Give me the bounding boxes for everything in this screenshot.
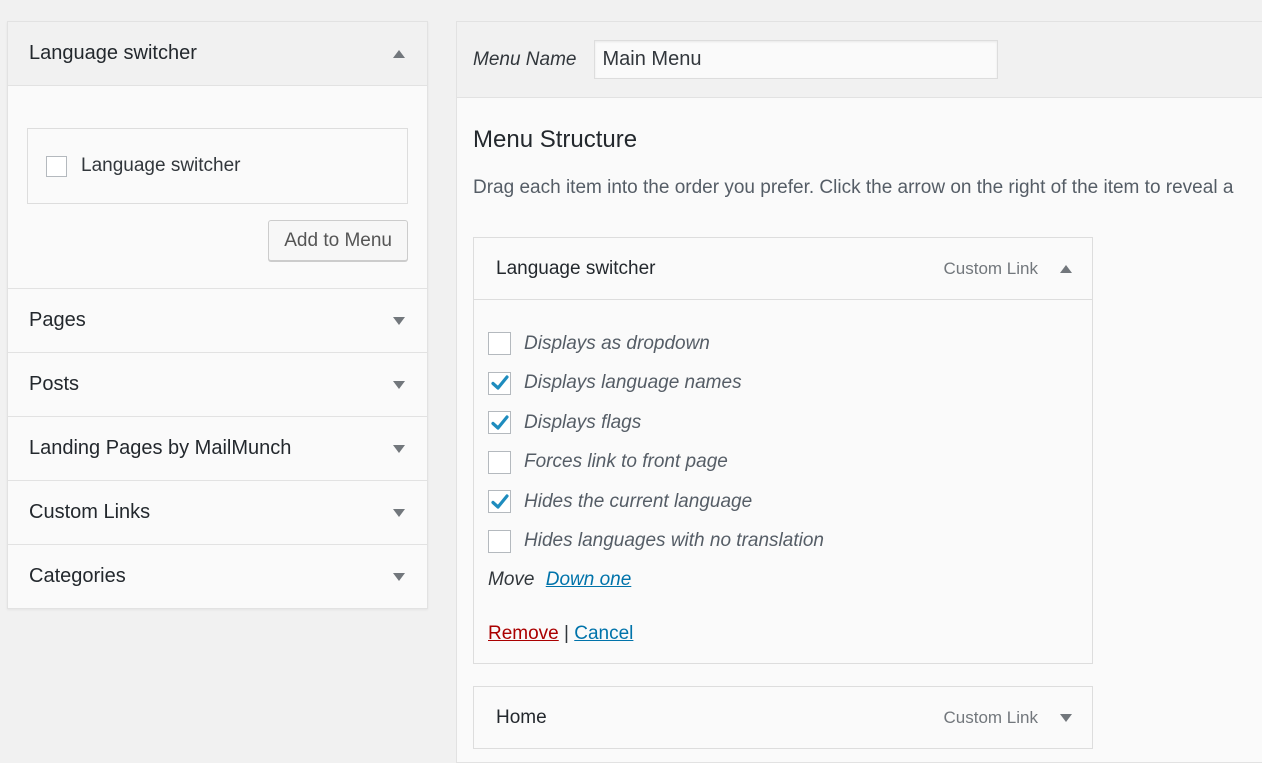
option-displays-flags: Displays flags xyxy=(488,403,1078,443)
menu-item-handle[interactable]: Home Custom Link xyxy=(474,687,1092,748)
checkmark-icon xyxy=(490,375,509,390)
option-displays-language-names: Displays language names xyxy=(488,364,1078,404)
move-controls: Move Down one xyxy=(488,569,1078,591)
menu-item-home[interactable]: Home Custom Link xyxy=(473,686,1093,749)
option-label[interactable]: Displays language names xyxy=(524,372,742,394)
accordion-title: Pages xyxy=(29,309,86,331)
accordion-toggle-custom-links[interactable]: Custom Links xyxy=(8,481,427,544)
menu-item-collapse-toggle[interactable] xyxy=(1060,264,1072,273)
option-checkbox[interactable] xyxy=(488,490,511,514)
add-menu-items-accordion: Language switcher Language switcher Add … xyxy=(7,21,428,609)
option-displays-as-dropdown: Displays as dropdown xyxy=(488,324,1078,364)
accordion-section-pages: Pages xyxy=(8,289,427,353)
actions-separator: | xyxy=(564,623,569,644)
menu-name-input[interactable] xyxy=(593,40,998,79)
menu-item-handle[interactable]: Language switcher Custom Link xyxy=(474,238,1092,299)
accordion-section-categories: Categories xyxy=(8,545,427,608)
remove-link[interactable]: Remove xyxy=(488,623,559,644)
accordion-title: Language switcher xyxy=(29,42,197,64)
add-to-menu-button[interactable]: Add to Menu xyxy=(268,220,408,261)
accordion-section-custom-links: Custom Links xyxy=(8,481,427,545)
menu-name-label: Menu Name xyxy=(473,48,577,70)
expand-arrow-icon[interactable] xyxy=(393,508,405,517)
menu-item-settings: Displays as dropdown Displays language n… xyxy=(474,299,1092,663)
accordion-section-landing-pages: Landing Pages by MailMunch xyxy=(8,417,427,481)
option-checkbox[interactable] xyxy=(488,332,511,356)
menu-header: Menu Name xyxy=(457,22,1262,98)
checkmark-icon xyxy=(490,494,509,509)
menu-management-panel: Menu Name Menu Structure Drag each item … xyxy=(456,21,1262,763)
language-switcher-checkbox-label[interactable]: Language switcher xyxy=(81,155,241,177)
expand-arrow-icon[interactable] xyxy=(393,444,405,453)
menu-item-title: Home xyxy=(496,706,547,728)
option-checkbox[interactable] xyxy=(488,411,511,435)
move-label: Move xyxy=(488,569,535,590)
move-down-one-link[interactable]: Down one xyxy=(546,569,632,590)
option-label[interactable]: Displays flags xyxy=(524,412,641,434)
expand-arrow-icon[interactable] xyxy=(393,572,405,581)
item-actions: Remove | Cancel xyxy=(488,623,1078,645)
option-hides-languages-no-translation: Hides languages with no translation xyxy=(488,522,1078,562)
accordion-title: Categories xyxy=(29,565,126,587)
option-label[interactable]: Hides languages with no translation xyxy=(524,530,824,552)
accordion-title: Landing Pages by MailMunch xyxy=(29,437,292,459)
expand-arrow-icon xyxy=(1060,713,1072,722)
option-forces-link-to-front-page: Forces link to front page xyxy=(488,443,1078,483)
cancel-link[interactable]: Cancel xyxy=(574,623,633,644)
collapse-arrow-icon xyxy=(1060,264,1072,273)
accordion-toggle-language-switcher[interactable]: Language switcher xyxy=(8,22,427,86)
language-switcher-checkbox[interactable] xyxy=(46,155,67,177)
option-label[interactable]: Forces link to front page xyxy=(524,451,728,473)
menu-item-language-switcher[interactable]: Language switcher Custom Link Displays a… xyxy=(473,237,1093,664)
accordion-toggle-posts[interactable]: Posts xyxy=(8,353,427,416)
accordion-section-posts: Posts xyxy=(8,353,427,417)
menu-item-type: Custom Link xyxy=(943,258,1038,278)
expand-arrow-icon[interactable] xyxy=(393,316,405,325)
checkmark-icon xyxy=(490,415,509,430)
option-checkbox[interactable] xyxy=(488,371,511,395)
menu-structure-title: Menu Structure xyxy=(473,126,638,153)
accordion-title: Custom Links xyxy=(29,501,151,523)
accordion-title: Posts xyxy=(29,373,80,395)
accordion-toggle-pages[interactable]: Pages xyxy=(8,289,427,352)
language-switcher-checklist: Language switcher xyxy=(27,128,408,204)
menu-item-title: Language switcher xyxy=(496,257,656,279)
accordion-toggle-landing-pages[interactable]: Landing Pages by MailMunch xyxy=(8,417,427,480)
menu-structure-description: Drag each item into the order you prefer… xyxy=(473,177,1234,198)
accordion-section-language-switcher: Language switcher Language switcher Add … xyxy=(8,22,427,289)
collapse-arrow-icon[interactable] xyxy=(393,49,405,58)
menu-item-type: Custom Link xyxy=(943,707,1038,727)
option-checkbox[interactable] xyxy=(488,529,511,553)
option-checkbox[interactable] xyxy=(488,450,511,474)
option-label[interactable]: Hides the current language xyxy=(524,491,752,513)
menu-item-expand-toggle[interactable] xyxy=(1060,713,1072,722)
option-label[interactable]: Displays as dropdown xyxy=(524,333,710,355)
expand-arrow-icon[interactable] xyxy=(393,380,405,389)
option-hides-current-language: Hides the current language xyxy=(488,482,1078,522)
accordion-body-language-switcher: Language switcher Add to Menu xyxy=(8,86,427,288)
accordion-toggle-categories[interactable]: Categories xyxy=(8,545,427,608)
